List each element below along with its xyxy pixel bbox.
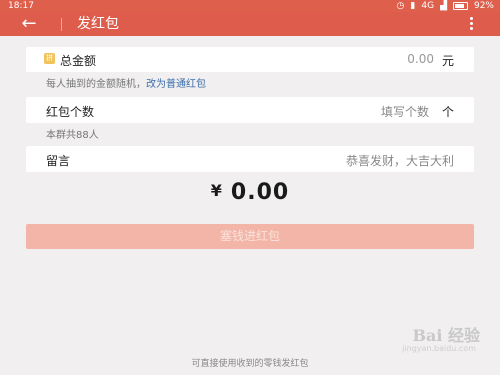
packet-count-row[interactable]: 红包个数 填写个数 个	[26, 97, 474, 123]
alarm-icon: ◷	[396, 1, 405, 11]
hint-text: 每人抽到的金额随机，	[46, 79, 146, 90]
switch-to-normal-link[interactable]: 改为普通红包	[146, 79, 206, 90]
amount-value: 0.00	[230, 180, 290, 205]
pin-badge-icon: 拼	[44, 53, 55, 64]
packet-count-unit: 个	[441, 105, 454, 119]
back-arrow-icon[interactable]: ←	[18, 14, 40, 34]
status-bar: 18:17 ◷ ▮ 4G ▟ 92%	[0, 0, 500, 12]
packet-count-label: 红包个数	[46, 105, 95, 119]
message-label: 留言	[46, 154, 71, 168]
battery-icon	[452, 2, 468, 10]
signal-strength-icon: ▟	[440, 1, 447, 11]
amount-hint: 每人抽到的金额随机，改为普通红包	[46, 75, 206, 90]
currency-symbol: ¥	[210, 181, 223, 200]
packet-count-input[interactable]: 填写个数	[381, 103, 429, 120]
appbar-divider	[61, 18, 62, 31]
battery-level: 92%	[473, 1, 494, 11]
footer-hint: 可直接使用收到的零钱发红包	[191, 359, 309, 369]
page-title: 发红包	[77, 16, 119, 32]
app-bar: ← 发红包	[0, 12, 500, 36]
group-member-count: 本群共88人	[46, 130, 99, 141]
total-amount-unit: 元	[441, 54, 454, 68]
message-input[interactable]: 恭喜发财，大吉大利	[346, 152, 454, 169]
baidu-watermark: Bai 经验	[412, 326, 480, 345]
total-amount-row[interactable]: 拼 总金额 0.00 元	[26, 47, 474, 72]
network-type: 4G	[421, 1, 435, 11]
signal-icon: ▮	[410, 1, 416, 11]
amount-display: ¥0.00	[0, 180, 500, 205]
total-amount-input[interactable]: 0.00	[407, 52, 434, 66]
send-red-packet-button[interactable]: 塞钱进红包	[26, 224, 474, 249]
message-row[interactable]: 留言 恭喜发财，大吉大利	[26, 146, 474, 172]
status-time: 18:17	[8, 1, 34, 11]
baidu-watermark-url: jingyan.baidu.com	[402, 344, 476, 353]
total-amount-label: 总金额	[60, 54, 97, 68]
status-icons: ◷ ▮ 4G ▟ 92%	[397, 0, 494, 12]
more-vertical-icon[interactable]	[470, 17, 474, 31]
